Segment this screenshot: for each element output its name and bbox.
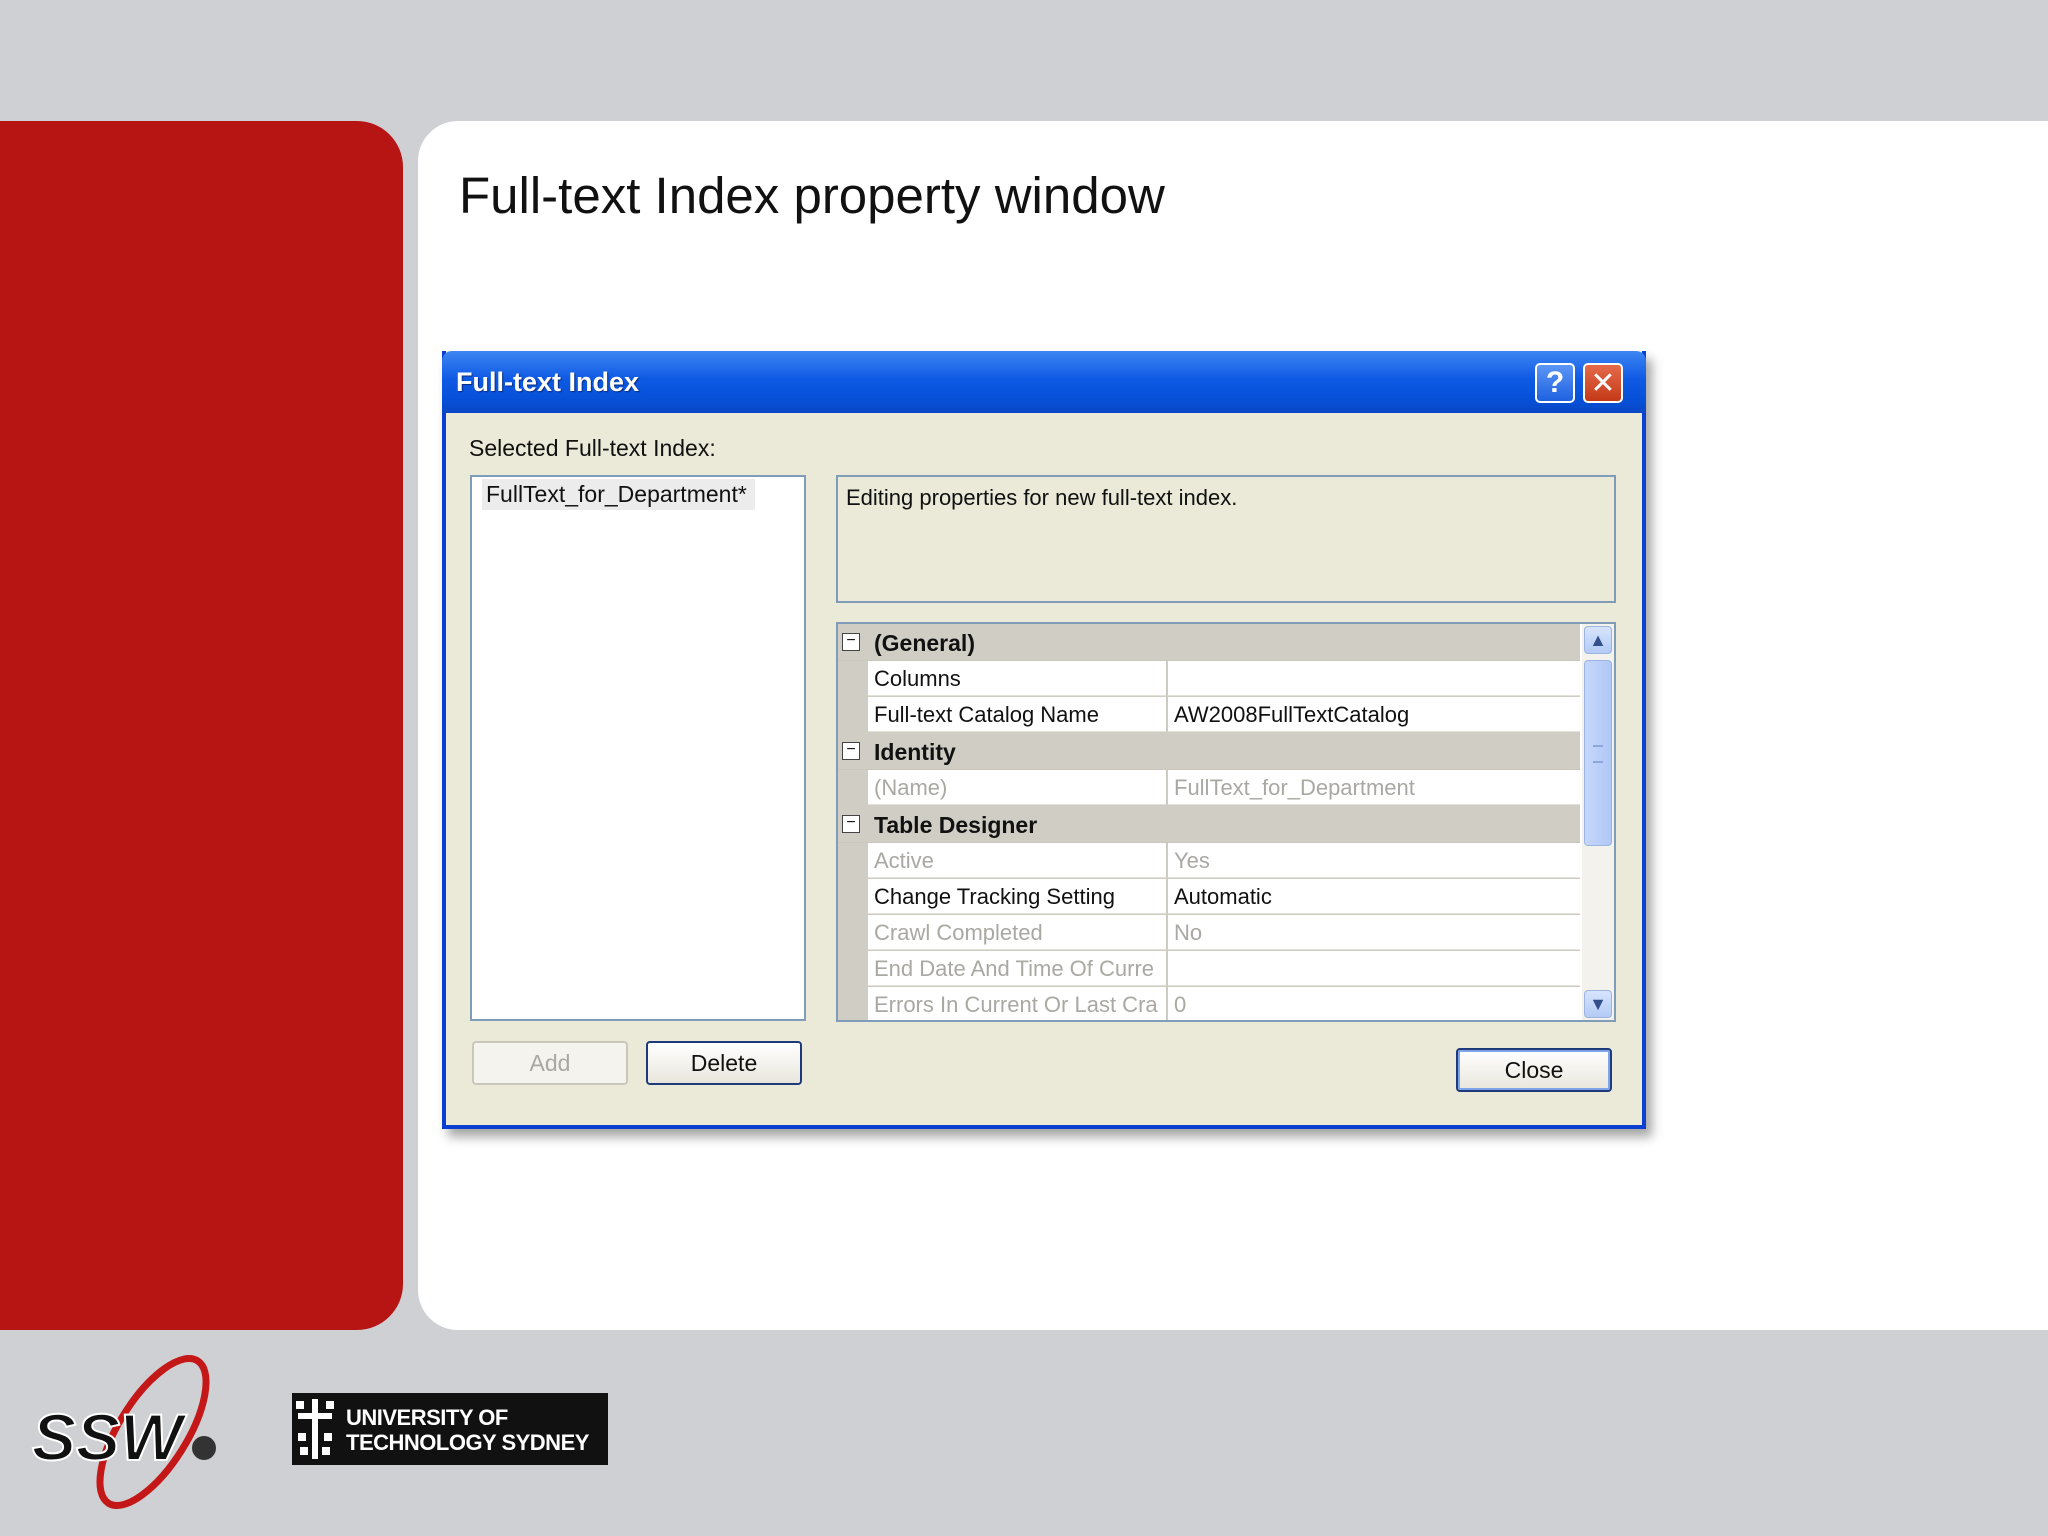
category-table-designer[interactable]: − Table Designer — [838, 806, 1580, 843]
collapse-icon[interactable]: − — [842, 633, 860, 651]
property-row-name[interactable]: (Name) FullText_for_Department — [838, 770, 1580, 806]
property-value[interactable]: Automatic — [1168, 879, 1580, 914]
close-button[interactable]: Close — [1456, 1048, 1612, 1092]
add-button[interactable]: Add — [472, 1041, 628, 1085]
uts-line-1: UNIVERSITY OF — [346, 1405, 508, 1430]
property-value: No — [1168, 915, 1580, 950]
ssw-logo: SSW — [31, 1355, 216, 1509]
chevron-up-icon: ▲ — [1589, 629, 1607, 650]
property-value: FullText_for_Department — [1168, 770, 1580, 805]
property-value[interactable] — [1168, 661, 1580, 696]
uts-logo: UNIVERSITY OF TECHNOLOGY SYDNEY — [292, 1393, 608, 1465]
chevron-down-icon: ▼ — [1589, 993, 1607, 1014]
vertical-scrollbar[interactable]: ▲ ▼ — [1582, 624, 1614, 1020]
property-value: 0 — [1168, 987, 1580, 1020]
scroll-down-button[interactable]: ▼ — [1584, 990, 1612, 1018]
property-name: Change Tracking Setting — [868, 879, 1167, 914]
slide-title: Full-text Index property window — [459, 167, 1165, 224]
category-name: (General) — [874, 630, 975, 656]
dialog-titlebar[interactable]: Full-text Index ? ✕ — [442, 351, 1646, 413]
uts-logo-text: UNIVERSITY OF TECHNOLOGY SYDNEY — [346, 1405, 589, 1455]
property-value — [1168, 951, 1580, 986]
property-name: (Name) — [868, 770, 1167, 805]
property-name: End Date And Time Of Curre — [868, 951, 1167, 986]
property-grid[interactable]: − (General) Columns Full-text Catalog Na… — [836, 622, 1616, 1022]
help-button[interactable]: ? — [1535, 363, 1575, 403]
property-row-active[interactable]: Active Yes — [838, 843, 1580, 879]
category-name: Table Designer — [874, 812, 1038, 838]
uts-crest-icon — [292, 1393, 338, 1465]
window-close-button[interactable]: ✕ — [1583, 363, 1623, 403]
property-row-change-tracking[interactable]: Change Tracking Setting Automatic — [838, 879, 1580, 915]
property-name: Errors In Current Or Last Cra — [868, 987, 1167, 1020]
scroll-thumb[interactable] — [1584, 660, 1612, 846]
property-value[interactable]: AW2008FullTextCatalog — [1168, 697, 1580, 732]
property-name: Active — [868, 843, 1167, 878]
property-row-columns[interactable]: Columns — [838, 661, 1580, 697]
delete-button[interactable]: Delete — [646, 1041, 802, 1085]
description-box: Editing properties for new full-text ind… — [836, 475, 1616, 603]
property-row-errors[interactable]: Errors In Current Or Last Cra 0 — [838, 987, 1580, 1020]
category-identity[interactable]: − Identity — [838, 733, 1580, 770]
property-value: Yes — [1168, 843, 1580, 878]
index-list[interactable]: FullText_for_Department* — [470, 475, 806, 1021]
dialog-title: Full-text Index — [456, 367, 640, 397]
grip-icon — [1593, 745, 1603, 763]
property-rows: − (General) Columns Full-text Catalog Na… — [838, 624, 1580, 1020]
full-text-index-dialog: Full-text Index ? ✕ Selected Full-text I… — [442, 351, 1646, 1129]
index-list-item[interactable]: FullText_for_Department* — [482, 479, 755, 510]
red-side-panel — [0, 121, 403, 1330]
scroll-up-button[interactable]: ▲ — [1584, 626, 1612, 654]
category-name: Identity — [874, 739, 956, 765]
property-name: Columns — [868, 661, 1167, 696]
close-icon: ✕ — [1590, 366, 1616, 400]
collapse-icon[interactable]: − — [842, 815, 860, 833]
selected-index-label: Selected Full-text Index: — [469, 435, 716, 461]
property-row-catalog-name[interactable]: Full-text Catalog Name AW2008FullTextCat… — [838, 697, 1580, 733]
property-name: Crawl Completed — [868, 915, 1167, 950]
category-general[interactable]: − (General) — [838, 624, 1580, 661]
ssw-logo-text: SSW — [32, 1400, 187, 1474]
property-name: Full-text Catalog Name — [868, 697, 1167, 732]
uts-line-2: TECHNOLOGY SYDNEY — [346, 1430, 589, 1455]
help-icon: ? — [1545, 366, 1565, 399]
property-row-end-date[interactable]: End Date And Time Of Curre — [838, 951, 1580, 987]
property-row-crawl-completed[interactable]: Crawl Completed No — [838, 915, 1580, 951]
collapse-icon[interactable]: − — [842, 742, 860, 760]
description-text: Editing properties for new full-text ind… — [846, 485, 1238, 510]
